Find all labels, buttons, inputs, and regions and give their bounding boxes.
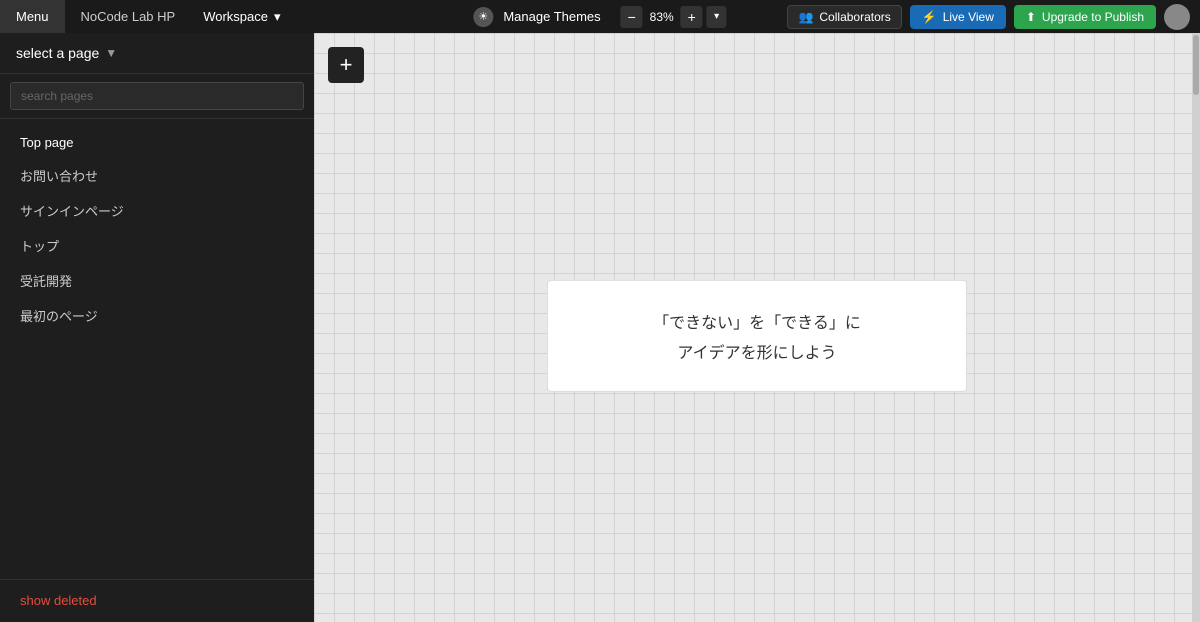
topbar-right: 👥 Collaborators ⚡ Live View ⬆ Upgrade to… [787,4,1200,30]
collaborators-label: Collaborators [819,10,890,24]
zoom-dropdown-button[interactable]: ▾ [707,6,727,28]
sidebar: select a page ▼ Top page お問い合わせ サインインページ… [0,33,314,622]
workspace-dropdown[interactable]: Workspace ▾ [191,0,292,33]
main-layout: select a page ▼ Top page お問い合わせ サインインページ… [0,33,1200,622]
zoom-in-button[interactable]: + [681,6,703,28]
page-item-signin[interactable]: サインインページ [0,193,314,228]
zoom-controls: − 83% + ▾ [621,6,727,28]
search-wrapper [0,74,314,119]
app-name[interactable]: NoCode Lab HP [65,0,192,33]
content-line1: 「できない」を「できる」に [608,308,906,332]
select-page-header[interactable]: select a page ▼ [0,33,314,74]
scrollbar-thumb [1193,35,1199,95]
page-list: Top page お問い合わせ サインインページ トップ 受託開発 最初のページ [0,119,314,579]
sun-icon: ☀ [473,7,493,27]
search-input[interactable] [10,82,304,110]
zoom-value: 83% [647,10,677,24]
show-deleted-link[interactable]: show deleted [20,593,97,608]
page-item-first[interactable]: 最初のページ [0,298,314,333]
collaborators-icon: 👥 [798,10,813,24]
page-item-top2[interactable]: トップ [0,228,314,263]
workspace-label: Workspace [203,9,268,24]
manage-themes-label[interactable]: Manage Themes [503,9,600,24]
topbar: Menu NoCode Lab HP Workspace ▾ ☀ Manage … [0,0,1200,33]
content-block[interactable]: 「できない」を「できる」に アイデアを形にしよう [547,279,967,391]
live-view-button[interactable]: ⚡ Live View [910,5,1006,29]
workspace-chevron-icon: ▾ [274,9,281,25]
right-scrollbar[interactable] [1192,33,1200,622]
zoom-out-button[interactable]: − [621,6,643,28]
sidebar-footer: show deleted [0,579,314,622]
select-page-label: select a page [16,45,99,61]
lightning-icon: ⚡ [922,10,937,24]
add-block-button[interactable]: + [328,47,364,83]
content-line2: アイデアを形にしよう [608,338,906,362]
upload-icon: ⬆ [1026,10,1036,24]
avatar[interactable] [1164,4,1190,30]
topbar-center: ☀ Manage Themes − 83% + ▾ [473,6,726,28]
page-item-top[interactable]: Top page [0,127,314,158]
select-page-chevron-icon: ▼ [105,46,117,60]
collaborators-button[interactable]: 👥 Collaborators [787,5,901,29]
live-view-label: Live View [943,10,994,24]
page-item-contact[interactable]: お問い合わせ [0,158,314,193]
page-item-contract[interactable]: 受託開発 [0,263,314,298]
publish-button[interactable]: ⬆ Upgrade to Publish [1014,5,1156,29]
publish-label: Upgrade to Publish [1042,10,1144,24]
canvas-area[interactable]: + 「できない」を「できる」に アイデアを形にしよう [314,33,1200,622]
menu-button[interactable]: Menu [0,0,65,33]
